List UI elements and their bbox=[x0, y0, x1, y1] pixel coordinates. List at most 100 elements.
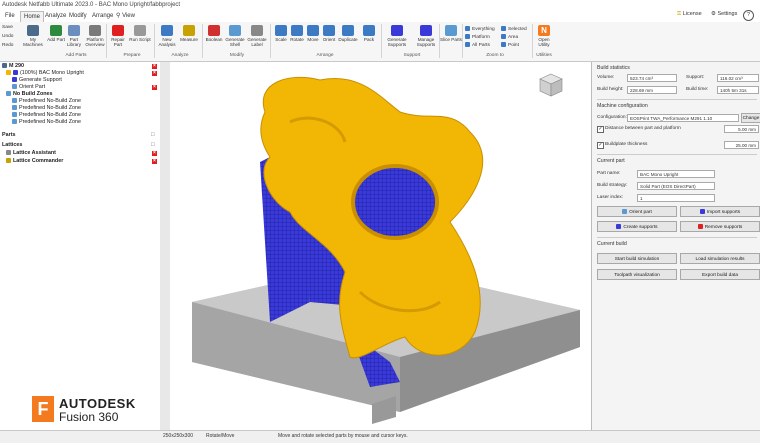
close-icon[interactable]: × bbox=[152, 151, 157, 156]
orient-part-button[interactable]: Orient part bbox=[597, 206, 677, 217]
open-utility-button[interactable]: N Open Utility bbox=[533, 25, 555, 47]
tree-lattice-commander[interactable]: Lattice Commander bbox=[6, 158, 63, 164]
tree-machine[interactable]: M 290 bbox=[2, 63, 24, 69]
distance-field[interactable]: 5.00 mm bbox=[724, 125, 759, 133]
duplicate-label: Duplicate bbox=[338, 37, 358, 42]
slice-parts-button[interactable]: Slice Parts bbox=[440, 25, 462, 42]
platform-overview-button[interactable]: Platform Overview bbox=[84, 25, 106, 47]
toolpath-visualization-button[interactable]: Toolpath visualization bbox=[597, 269, 677, 280]
build-statistics-heading: Build statistics bbox=[597, 65, 630, 71]
open-utility-label: Open Utility bbox=[538, 37, 550, 47]
part-icon bbox=[6, 70, 11, 76]
zoom-all-parts-icon bbox=[465, 42, 470, 47]
status-bar: 250x250x300 Rotate/Move Move and rotate … bbox=[0, 430, 760, 443]
folder-icon[interactable]: □ bbox=[151, 142, 155, 148]
label-icon bbox=[251, 25, 263, 36]
close-icon[interactable]: × bbox=[152, 71, 157, 76]
save-menu[interactable]: Save bbox=[2, 25, 13, 31]
tree-parts[interactable]: Parts bbox=[2, 132, 16, 138]
view-cube[interactable] bbox=[538, 72, 564, 98]
zoom-all-parts-label: All Parts bbox=[472, 42, 490, 48]
run-script-button[interactable]: Run Script bbox=[129, 25, 151, 42]
support-field: 116.02 cm³ bbox=[717, 74, 759, 82]
create-supports-button[interactable]: Create supports bbox=[597, 221, 677, 232]
close-icon[interactable]: × bbox=[152, 64, 157, 69]
tree-zone[interactable]: Predefined No-Build Zone bbox=[12, 119, 81, 125]
tab-home[interactable]: Home bbox=[20, 11, 45, 22]
distance-checkbox[interactable]: ✓ bbox=[597, 126, 604, 133]
new-analysis-button[interactable]: New Analysis bbox=[156, 25, 178, 47]
status-mode: Rotate/Move bbox=[206, 433, 235, 439]
tree-zone[interactable]: Predefined No-Build Zone bbox=[12, 105, 81, 111]
load-simulation-results-button[interactable]: Load simulation results bbox=[680, 253, 760, 264]
license-button[interactable]: ⚿ License bbox=[677, 11, 702, 18]
orient-icon bbox=[622, 209, 628, 215]
magnifier-icon: ⚲ bbox=[116, 13, 121, 19]
duplicate-button[interactable]: Duplicate bbox=[337, 25, 359, 42]
remove-supports-button[interactable]: Remove supports bbox=[680, 221, 760, 232]
measure-button[interactable]: Measure bbox=[178, 25, 200, 42]
tab-modify[interactable]: Modify bbox=[66, 11, 90, 21]
tree-part-label: (100%) BAC Mono Upright bbox=[20, 70, 84, 76]
zoom-all-parts-button[interactable]: All Parts bbox=[465, 42, 490, 49]
generate-shell-button[interactable]: Generate Shell bbox=[224, 25, 246, 47]
boolean-button[interactable]: Boolean bbox=[203, 25, 225, 42]
3d-viewport[interactable] bbox=[170, 62, 590, 430]
machine-icon bbox=[2, 63, 7, 69]
redo-menu[interactable]: Redo bbox=[2, 43, 13, 49]
tree-orient-part[interactable]: Orient Part bbox=[12, 84, 45, 90]
zoom-platform-button[interactable]: Platform bbox=[465, 34, 490, 41]
tree-no-build-zones[interactable]: No Build Zones bbox=[6, 91, 53, 97]
fusion-logo-mark: F bbox=[32, 396, 54, 422]
tab-file[interactable]: File bbox=[2, 11, 18, 21]
new-analysis-label: New Analysis bbox=[158, 37, 176, 47]
folder-icon[interactable]: □ bbox=[151, 132, 155, 138]
tree-orient-part-label: Orient Part bbox=[19, 84, 46, 90]
pack-button[interactable]: Pack bbox=[358, 25, 380, 42]
build-height-label: Build height: bbox=[597, 87, 624, 92]
zoom-everything-button[interactable]: Everything bbox=[465, 26, 495, 33]
zoom-point-button[interactable]: Point bbox=[501, 42, 519, 49]
manage-supports-label: Manage Supports bbox=[416, 37, 436, 47]
buildplate-field[interactable]: 25.00 mm bbox=[724, 141, 759, 149]
tree-part[interactable]: (100%) BAC Mono Upright bbox=[6, 70, 84, 76]
divider bbox=[597, 237, 757, 238]
zoom-area-icon bbox=[501, 34, 506, 39]
import-supports-button[interactable]: Import supports bbox=[680, 206, 760, 217]
manage-supports-button[interactable]: Manage Supports bbox=[413, 25, 439, 47]
close-icon[interactable]: × bbox=[152, 159, 157, 164]
laser-index-field: 1 bbox=[637, 194, 715, 202]
start-build-simulation-button[interactable]: Start build simulation bbox=[597, 253, 677, 264]
repair-part-button[interactable]: Repair Part bbox=[107, 25, 129, 47]
generate-label-button[interactable]: Generate Label bbox=[246, 25, 268, 47]
volume-field: 523.74 cm³ bbox=[627, 74, 677, 82]
license-label: License bbox=[682, 11, 702, 17]
help-icon[interactable]: ? bbox=[743, 10, 754, 21]
zone-icon bbox=[12, 105, 17, 111]
buildplate-checkbox[interactable]: ✓ bbox=[597, 142, 604, 149]
slice-icon bbox=[445, 25, 457, 36]
zoom-area-button[interactable]: Area bbox=[501, 34, 518, 41]
change-button[interactable]: Change bbox=[741, 113, 760, 123]
my-machines-button[interactable]: My Machines bbox=[22, 25, 44, 47]
part-library-button[interactable]: Part Library bbox=[63, 25, 85, 47]
tree-zone[interactable]: Predefined No-Build Zone bbox=[12, 98, 81, 104]
build-time-label: Build time: bbox=[686, 87, 709, 92]
tree-generate-support[interactable]: Generate Support bbox=[12, 77, 62, 83]
tree-zone[interactable]: Predefined No-Build Zone bbox=[12, 112, 81, 118]
export-build-data-button[interactable]: Export build data bbox=[680, 269, 760, 280]
close-icon[interactable]: × bbox=[152, 85, 157, 90]
zoom-platform-label: Platform bbox=[472, 34, 490, 40]
ribbon-separator bbox=[154, 24, 155, 58]
zoom-selected-button[interactable]: Selected bbox=[501, 26, 527, 33]
undo-menu[interactable]: Undo bbox=[2, 34, 13, 40]
tree-lattice-assistant[interactable]: Lattice Assistant bbox=[6, 150, 56, 156]
tree-lattices[interactable]: Lattices bbox=[2, 142, 22, 148]
build-strategy-label: Build strategy: bbox=[597, 183, 628, 188]
settings-button[interactable]: ⚙ Settings bbox=[711, 11, 737, 17]
tree-lattice-commander-label: Lattice Commander bbox=[13, 158, 64, 164]
generate-supports-button[interactable]: Generate Supports bbox=[384, 25, 410, 47]
part-name-field: BAC Mono Upright bbox=[637, 170, 715, 178]
build-strategy-field: Solid Part (EOS DirectPart) bbox=[637, 182, 715, 190]
tab-view[interactable]: ⚲ View bbox=[113, 11, 138, 21]
